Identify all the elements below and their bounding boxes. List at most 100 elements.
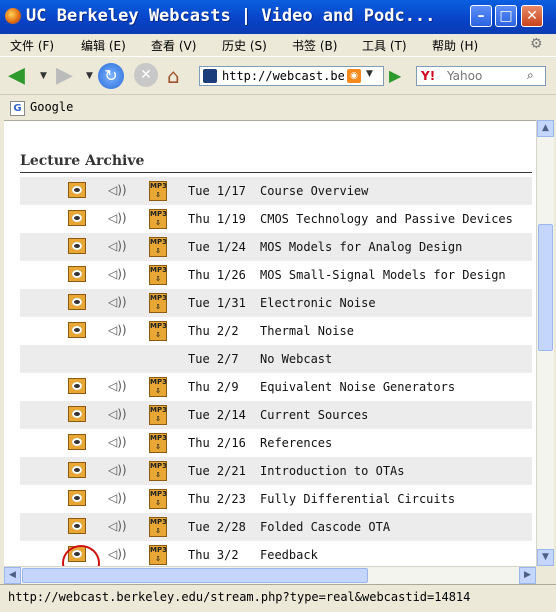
search-input[interactable] [447,68,523,84]
lecture-topic: Thermal Noise [260,324,354,338]
menu-history[interactable]: 历史 (S) [222,37,267,54]
mp3-download-icon[interactable]: MP3 ⇩ [149,433,167,453]
horizontal-scroll-thumb[interactable] [22,568,368,583]
url-bar[interactable]: http://webcast.be ◉ ▼ [199,66,384,86]
menu-edit[interactable]: 编辑 (E) [81,37,126,54]
home-button[interactable]: ⌂ [167,63,191,89]
navigation-toolbar: ◀ ▼ ▶ ▼ ↻ ✕ ⌂ http://webcast.be ◉ ▼ ▶ Y!… [0,56,556,95]
vertical-scroll-thumb[interactable] [538,224,553,351]
audio-stream-icon[interactable]: ◁)) [108,239,127,253]
mp3-download-icon[interactable]: MP3 ⇩ [149,545,167,565]
video-stream-icon[interactable] [68,322,86,338]
back-button[interactable]: ◀ [8,63,34,89]
audio-stream-icon[interactable]: ◁)) [108,407,127,421]
menu-help[interactable]: 帮助 (H) [432,37,478,54]
audio-stream-icon[interactable]: ◁)) [108,379,127,393]
mp3-download-icon[interactable]: MP3 ⇩ [149,377,167,397]
reload-button[interactable]: ↻ [98,63,124,89]
menu-tools[interactable]: 工具 (T) [362,37,407,54]
mp3-download-icon[interactable]: MP3 ⇩ [149,265,167,285]
video-stream-icon[interactable] [68,294,86,310]
table-row: ◁)) MP3 ⇩ Thu 2/16 References [20,429,532,457]
video-stream-icon[interactable] [68,182,86,198]
mp3-download-icon[interactable]: MP3 ⇩ [149,237,167,257]
lecture-topic: Electronic Noise [260,296,376,310]
table-row: ◁)) MP3 ⇩ Thu 1/19 CMOS Technology and Passi… [20,205,532,233]
audio-stream-icon[interactable]: ◁)) [108,295,127,309]
lecture-topic: Current Sources [260,408,369,422]
page-heading: Lecture Archive [20,153,145,169]
back-history-dropdown[interactable]: ▼ [40,63,47,89]
close-icon: ✕ [526,8,538,24]
menu-file[interactable]: 文件 (F) [10,37,54,54]
menu-bookmarks[interactable]: 书签 (B) [292,37,337,54]
url-text[interactable]: http://webcast.be [222,69,344,83]
close-button[interactable]: ✕ [521,5,543,27]
scroll-right-icon[interactable]: ▶ [519,567,536,584]
firefox-icon [5,8,21,24]
minimize-button[interactable]: – [470,5,492,27]
audio-stream-icon[interactable]: ◁)) [108,267,127,281]
video-stream-icon[interactable] [68,406,86,422]
table-row: ◁)) MP3 ⇩ Tue 2/21 Introduction to OTAs [20,457,532,485]
video-stream-icon[interactable] [68,434,86,450]
mp3-download-icon[interactable]: MP3 ⇩ [149,321,167,341]
yahoo-engine-icon[interactable]: Y! [421,69,435,83]
mp3-download-icon[interactable]: MP3 ⇩ [149,489,167,509]
scroll-up-icon[interactable]: ▲ [537,120,554,137]
maximize-button[interactable]: □ [495,5,517,27]
audio-stream-icon[interactable]: ◁)) [108,463,127,477]
scroll-down-icon[interactable]: ▼ [537,549,554,566]
video-stream-icon[interactable] [68,238,86,254]
search-icon[interactable]: ⌕ [527,68,534,83]
forward-button[interactable]: ▶ [56,63,80,89]
bookmark-google[interactable]: Google [30,100,73,114]
mp3-download-icon[interactable]: MP3 ⇩ [149,209,167,229]
forward-history-dropdown[interactable]: ▼ [86,63,93,89]
video-stream-icon[interactable] [68,378,86,394]
lecture-topic: Fully Differential Circuits [260,492,456,506]
table-row: ◁)) MP3 ⇩ Thu 2/23 Fully Differential Circui… [20,485,532,513]
lecture-topic: Folded Cascode OTA [260,520,391,534]
mp3-download-icon[interactable]: MP3 ⇩ [149,181,167,201]
lecture-topic: No Webcast [260,352,333,366]
audio-stream-icon[interactable]: ◁)) [108,547,127,561]
lecture-topic: Equivalent Noise Generators [260,380,456,394]
audio-stream-icon[interactable]: ◁)) [108,211,127,225]
scroll-left-icon[interactable]: ◀ [4,567,21,584]
menu-view[interactable]: 查看 (V) [151,37,196,54]
audio-stream-icon[interactable]: ◁)) [108,323,127,337]
table-row: ◁)) MP3 ⇩ Thu 2/9 Equivalent Noise Generator… [20,373,532,401]
audio-stream-icon[interactable]: ◁)) [108,491,127,505]
lecture-date: Tue 1/31 [188,296,246,310]
mp3-download-icon[interactable]: MP3 ⇩ [149,461,167,481]
mp3-download-icon[interactable]: MP3 ⇩ [149,405,167,425]
menu-bar: 文件 (F) 编辑 (E) 查看 (V) 历史 (S) 书签 (B) 工具 (T… [0,34,556,56]
video-stream-icon[interactable] [68,266,86,282]
audio-stream-icon[interactable]: ◁)) [108,519,127,533]
vertical-scrollbar[interactable]: ▲ ▼ [536,120,554,566]
video-stream-icon[interactable] [68,490,86,506]
audio-stream-icon[interactable]: ◁)) [108,183,127,197]
lecture-date: Tue 1/17 [188,184,246,198]
video-stream-icon[interactable] [68,462,86,478]
lecture-date: Thu 3/2 [188,548,239,562]
video-stream-icon[interactable] [68,518,86,534]
search-bar[interactable]: Y! ⌕ [416,66,546,86]
lecture-topic: Introduction to OTAs [260,464,405,478]
mp3-download-icon[interactable]: MP3 ⇩ [149,517,167,537]
video-stream-icon[interactable] [68,210,86,226]
audio-stream-icon[interactable]: ◁)) [108,435,127,449]
table-row: ◁)) MP3 ⇩ Tue 1/24 MOS Models for Analog Des… [20,233,532,261]
lecture-date: Thu 2/16 [188,436,246,450]
url-dropdown-icon[interactable]: ▼ [366,69,373,79]
rss-feed-icon[interactable]: ◉ [347,69,361,83]
stop-button[interactable]: ✕ [134,63,158,87]
throbber-gear-icon: ⚙ [530,36,543,52]
mp3-download-icon[interactable]: MP3 ⇩ [149,293,167,313]
lecture-date: Thu 1/19 [188,212,246,226]
horizontal-scrollbar[interactable]: ◀ ▶ [4,566,536,584]
table-row: Tue 2/7 No Webcast [20,345,532,373]
title-bar: UC Berkeley Webcasts | Video and Podc...… [0,0,556,34]
go-button[interactable]: ▶ [389,63,407,89]
